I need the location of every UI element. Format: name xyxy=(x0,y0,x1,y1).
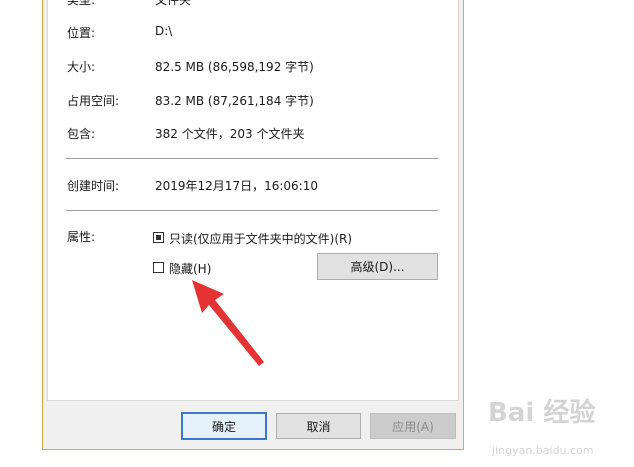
hidden-checkbox-label[interactable]: 隐藏(H) xyxy=(169,260,211,277)
readonly-checkbox-label[interactable]: 只读(仅应用于文件夹中的文件)(R) xyxy=(169,230,352,247)
watermark-logo: Bai 经验 xyxy=(488,398,596,428)
attributes-label: 属性: xyxy=(67,230,96,244)
location-label: 位置: xyxy=(67,26,96,40)
size-on-disk-label: 占用空间: xyxy=(67,94,120,108)
contains-value: 382 个文件，203 个文件夹 xyxy=(155,127,305,141)
size-value: 82.5 MB (86,598,192 字节) xyxy=(155,60,314,74)
apply-button[interactable]: 应用(A) xyxy=(370,413,456,439)
location-value: D:\ xyxy=(155,24,173,38)
size-label: 大小: xyxy=(67,60,96,74)
readonly-checkbox[interactable] xyxy=(153,232,164,243)
size-on-disk-value: 83.2 MB (87,261,184 字节) xyxy=(155,94,314,108)
separator xyxy=(66,210,438,211)
type-value: 文件夹 xyxy=(155,0,192,7)
contains-label: 包含: xyxy=(67,127,96,141)
hidden-checkbox[interactable] xyxy=(153,262,164,273)
annotation-arrow-icon xyxy=(192,280,264,366)
ok-button[interactable]: 确定 xyxy=(181,412,267,440)
cancel-button[interactable]: 取消 xyxy=(276,413,361,439)
created-label: 创建时间: xyxy=(67,179,120,193)
created-value: 2019年12月17日，16:06:10 xyxy=(155,179,318,193)
separator xyxy=(66,158,438,159)
type-label: 类型: xyxy=(67,0,96,7)
watermark-url: jingyan.baidu.com xyxy=(492,444,594,457)
advanced-button[interactable]: 高级(D)... xyxy=(317,253,438,280)
